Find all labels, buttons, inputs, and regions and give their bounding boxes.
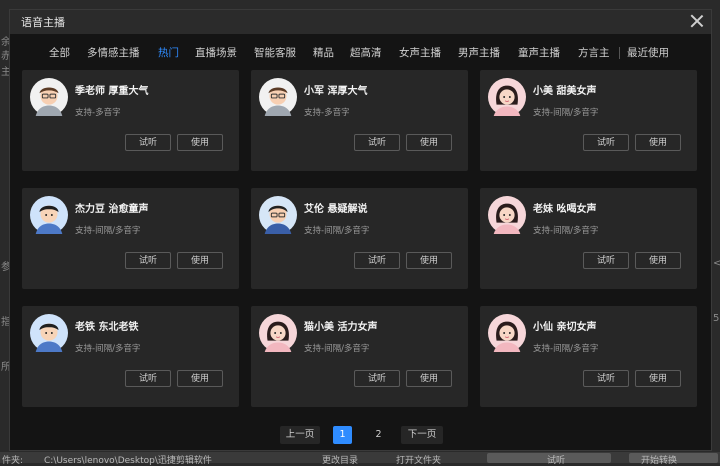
voice-support: 支持-间隔/多音字 (304, 344, 370, 354)
listen-button[interactable]: 试听 (125, 370, 171, 387)
bg-open-folder-button[interactable]: 打开文件夹 (396, 453, 441, 466)
avatar (488, 78, 526, 116)
voice-support: 支持-间隔/多音字 (533, 108, 599, 118)
bg-convert-button[interactable]: 开始转换 (629, 453, 718, 466)
bg-trial-label: 试听 (547, 456, 566, 466)
use-button[interactable]: 使用 (406, 252, 452, 269)
voice-card[interactable]: 杰力豆 治愈童声 支持-间隔/多音字试听 使用 (22, 188, 239, 289)
bg-text-fragment: < (713, 258, 720, 269)
category-tabs: 全部 多情感主播 热门 直播场景 智能客服 精品 超高清 女声主播 男声主播 童… (10, 45, 711, 61)
prev-page-button[interactable]: 上一页 (280, 426, 320, 444)
listen-button[interactable]: 试听 (583, 252, 629, 269)
tab-live[interactable]: 直播场景 (195, 45, 237, 60)
voice-card[interactable]: 艾伦 悬疑解说 支持-间隔/多音字试听 使用 (251, 188, 468, 289)
use-button[interactable]: 使用 (406, 134, 452, 151)
dialog-title: 语音主播 (21, 16, 65, 29)
avatar (30, 78, 68, 116)
voice-name: 季老师 厚重大气 (75, 86, 149, 97)
use-button[interactable]: 使用 (177, 252, 223, 269)
page-button-1[interactable]: 1 (333, 426, 352, 444)
tab-emotional[interactable]: 多情感主播 (87, 45, 140, 60)
voice-name: 猫小美 活力女声 (304, 322, 378, 333)
use-button[interactable]: 使用 (635, 370, 681, 387)
tab-all[interactable]: 全部 (49, 45, 70, 60)
listen-button[interactable]: 试听 (583, 134, 629, 151)
voice-support: 支持-多音字 (304, 108, 350, 118)
avatar (30, 196, 68, 234)
voice-support: 支持-多音字 (75, 108, 121, 118)
use-button[interactable]: 使用 (177, 134, 223, 151)
use-button[interactable]: 使用 (635, 134, 681, 151)
use-button[interactable]: 使用 (177, 370, 223, 387)
bg-output-label: 件夹: (2, 456, 24, 466)
listen-button[interactable]: 试听 (354, 370, 400, 387)
voice-name: 杰力豆 治愈童声 (75, 204, 149, 215)
voice-support: 支持-间隔/多音字 (304, 226, 370, 236)
tab-hot[interactable]: 热门 (158, 45, 179, 60)
voice-support: 支持-间隔/多音字 (533, 226, 599, 236)
tab-female[interactable]: 女声主播 (399, 45, 441, 60)
voice-card[interactable]: 老妹 吆喝女声 支持-间隔/多音字试听 使用 (480, 188, 697, 289)
tab-service[interactable]: 智能客服 (254, 45, 296, 60)
avatar (259, 196, 297, 234)
voice-card[interactable]: 季老师 厚重大气 支持-多音字试听 使用 (22, 70, 239, 171)
bg-change-dir-button[interactable]: 更改目录 (322, 453, 358, 466)
close-icon[interactable] (688, 12, 706, 30)
page-button-2[interactable]: 2 (369, 426, 388, 444)
use-button[interactable]: 使用 (635, 252, 681, 269)
voice-card[interactable]: 小军 浑厚大气 支持-多音字试听 使用 (251, 70, 468, 171)
voice-support: 支持-间隔/多音字 (75, 226, 141, 236)
use-button[interactable]: 使用 (406, 370, 452, 387)
voice-card[interactable]: 猫小美 活力女声 支持-间隔/多音字试听 使用 (251, 306, 468, 407)
listen-button[interactable]: 试听 (583, 370, 629, 387)
listen-button[interactable]: 试听 (125, 134, 171, 151)
avatar (259, 78, 297, 116)
tab-premium[interactable]: 精品 (313, 45, 334, 60)
voice-card[interactable]: 小仙 亲切女声 支持-间隔/多音字试听 使用 (480, 306, 697, 407)
voice-name: 老妹 吆喝女声 (533, 204, 597, 215)
voice-support: 支持-间隔/多音字 (75, 344, 141, 354)
voice-name: 小军 浑厚大气 (304, 86, 368, 97)
avatar (30, 314, 68, 352)
bg-trial-button[interactable]: 试听 (487, 453, 611, 466)
voice-anchor-dialog: 语音主播 全部 多情感主播 热门 直播场景 智能客服 精品 超高清 女声主播 男… (9, 9, 712, 451)
tab-divider (619, 47, 620, 59)
bg-text-fragment: 5 (713, 313, 720, 324)
tab-child[interactable]: 童声主播 (518, 45, 560, 60)
voice-support: 支持-间隔/多音字 (533, 344, 599, 354)
avatar (488, 314, 526, 352)
listen-button[interactable]: 试听 (125, 252, 171, 269)
tab-dialect[interactable]: 方言主 (578, 45, 610, 60)
listen-button[interactable]: 试听 (354, 134, 400, 151)
voice-card[interactable]: 老铁 东北老铁 支持-间隔/多音字试听 使用 (22, 306, 239, 407)
avatar (259, 314, 297, 352)
voice-card[interactable]: 小美 甜美女声 支持-间隔/多音字试听 使用 (480, 70, 697, 171)
bg-convert-label: 开始转换 (641, 456, 678, 466)
voice-name: 老铁 东北老铁 (75, 322, 139, 333)
avatar (488, 196, 526, 234)
dialog-titlebar: 语音主播 (10, 10, 711, 34)
tab-male[interactable]: 男声主播 (458, 45, 500, 60)
voice-name: 小仙 亲切女声 (533, 322, 597, 333)
next-page-button[interactable]: 下一页 (401, 426, 443, 444)
voice-name: 小美 甜美女声 (533, 86, 597, 97)
listen-button[interactable]: 试听 (354, 252, 400, 269)
voice-name: 艾伦 悬疑解说 (304, 204, 368, 215)
tab-recent[interactable]: 最近使用 (627, 45, 669, 60)
tab-hd[interactable]: 超高清 (350, 45, 382, 60)
bg-output-path: C:\Users\lenovo\Desktop\迅捷剪辑软件 (44, 456, 212, 466)
